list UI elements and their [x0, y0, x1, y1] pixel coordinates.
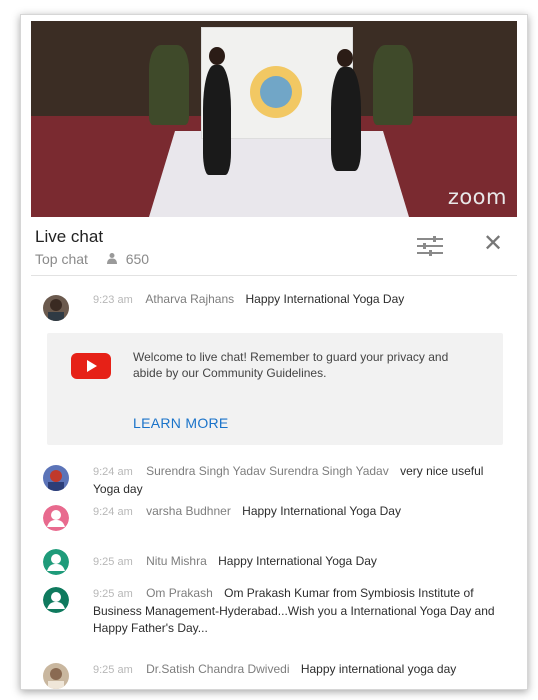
avatar[interactable] — [43, 505, 69, 531]
learn-more-link[interactable]: LEARN MORE — [133, 415, 229, 431]
message-author[interactable]: Om Prakash — [146, 586, 213, 600]
message-author[interactable]: varsha Budhner — [146, 504, 231, 518]
message-body: 9:23 am Atharva Rajhans Happy Internatio… — [93, 291, 503, 309]
message-time: 9:25 am — [93, 588, 133, 600]
yoga-performer-1 — [203, 65, 231, 175]
message-time: 9:23 am — [93, 294, 133, 306]
message-body: 9:25 am Nitu Mishra Happy International … — [93, 553, 503, 571]
avatar[interactable] — [43, 295, 69, 321]
video-player[interactable]: zoom — [31, 21, 517, 217]
video-plant-left — [149, 45, 189, 125]
yoga-performer-2 — [331, 67, 361, 171]
yoga-performer-1-head — [209, 47, 225, 65]
avatar[interactable] — [43, 465, 69, 491]
chat-header: Live chat Top chat 650 ✕ — [31, 217, 517, 276]
yoga-performer-2-head — [337, 49, 353, 67]
message-time: 9:24 am — [93, 466, 133, 478]
video-plant-right — [373, 45, 413, 125]
message-body: 9:24 am varsha Budhner Happy Internation… — [93, 503, 503, 521]
message-author[interactable]: Atharva Rajhans — [145, 292, 234, 306]
message-body: 9:25 am Om Prakash Om Prakash Kumar from… — [93, 585, 503, 637]
avatar[interactable] — [43, 587, 69, 613]
youtube-logo-icon — [71, 353, 111, 379]
welcome-message: Welcome to live chat! Remember to guard … — [133, 350, 449, 380]
message-text: Happy international yoga day — [300, 662, 457, 676]
message-text: Happy International Yoga Day — [242, 504, 401, 518]
close-icon[interactable]: ✕ — [483, 229, 503, 258]
avatar[interactable] — [43, 663, 69, 689]
banner-logo-inner — [260, 76, 292, 108]
live-chat-panel: zoom Live chat Top chat 650 ✕ 9:23 am At… — [20, 14, 528, 690]
chat-mode-selector[interactable]: Top chat 650 — [35, 251, 149, 267]
message-body: 9:25 am Dr.Satish Chandra Dwivedi Happy … — [93, 661, 503, 679]
message-body: 9:24 am Surendra Singh Yadav Surendra Si… — [93, 463, 503, 498]
message-time: 9:25 am — [93, 556, 133, 568]
welcome-banner: Welcome to live chat! Remember to guard … — [47, 333, 503, 445]
message-time: 9:25 am — [93, 664, 133, 676]
sliders-icon[interactable] — [415, 233, 445, 259]
message-author[interactable]: Surendra Singh Yadav Surendra Singh Yada… — [146, 464, 389, 478]
message-author[interactable]: Nitu Mishra — [146, 554, 207, 568]
message-author[interactable]: Dr.Satish Chandra Dwivedi — [146, 662, 289, 676]
person-icon — [106, 252, 118, 267]
avatar[interactable] — [43, 549, 69, 575]
chat-title: Live chat — [35, 227, 104, 246]
chat-message-list[interactable]: 9:23 am Atharva Rajhans Happy Internatio… — [31, 277, 517, 689]
message-text: Happy International Yoga Day — [218, 554, 377, 568]
zoom-watermark: zoom — [447, 185, 507, 209]
message-text: Happy International Yoga Day — [245, 292, 405, 306]
message-time: 9:24 am — [93, 506, 133, 518]
video-mat — [149, 131, 409, 217]
viewer-count: 650 — [125, 251, 150, 267]
chat-mode-label: Top chat — [35, 251, 88, 267]
